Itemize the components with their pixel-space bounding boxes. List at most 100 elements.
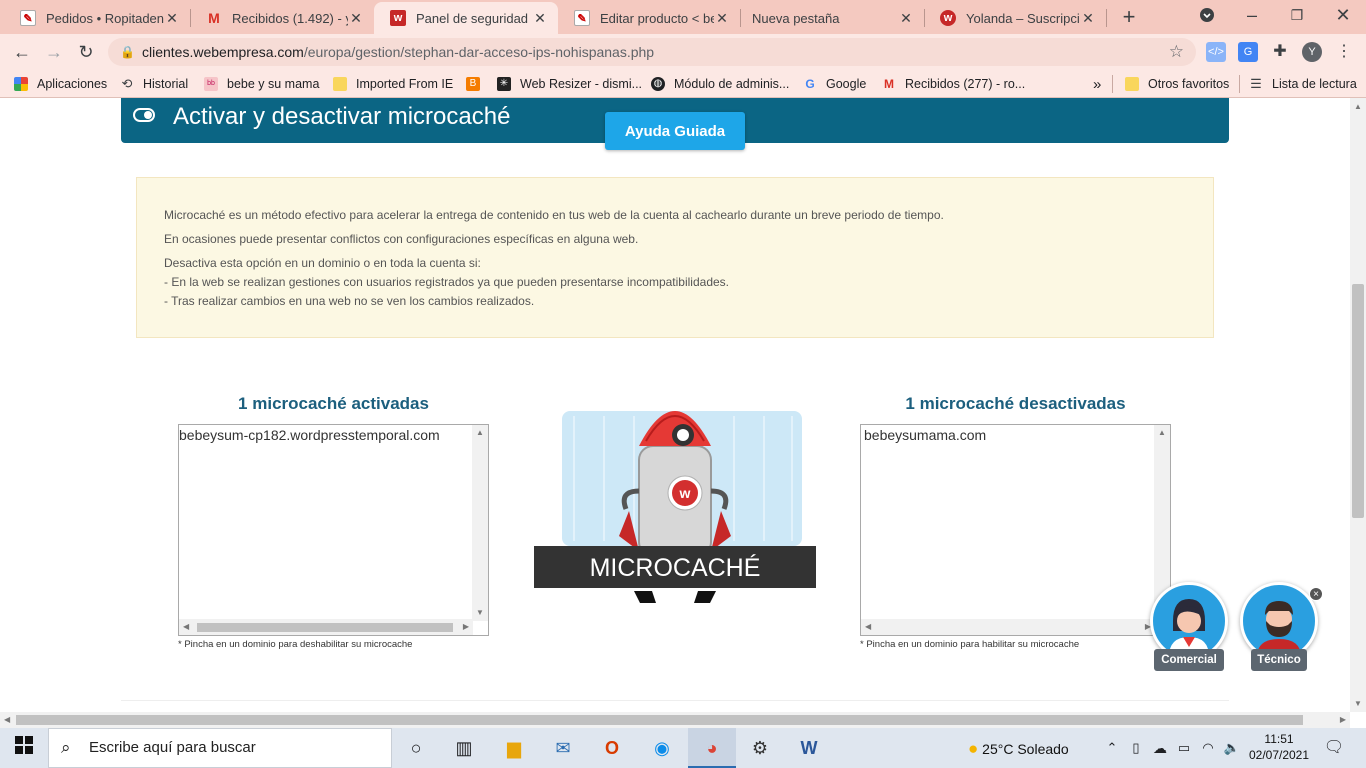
bearded-man-avatar-icon: [1257, 601, 1301, 657]
mail-icon[interactable]: ✉: [551, 736, 575, 760]
windows-start-icon[interactable]: [12, 736, 36, 760]
wifi-icon[interactable]: ◠: [1196, 736, 1220, 760]
task-view-icon[interactable]: ▥: [452, 736, 476, 760]
scroll-right-arrow-icon[interactable]: ▶: [1340, 715, 1346, 724]
close-tab-icon[interactable]: ✕: [532, 10, 548, 26]
page-vertical-scrollbar[interactable]: ▲ ▼: [1350, 98, 1366, 712]
guided-help-button[interactable]: Ayuda Guiada: [605, 112, 745, 150]
technical-label[interactable]: Técnico: [1251, 649, 1307, 671]
list-item[interactable]: bebeysum-cp182.wordpresstemporal.com: [179, 427, 440, 443]
back-icon[interactable]: ←: [10, 40, 34, 64]
code-extension-icon[interactable]: </>: [1206, 42, 1226, 62]
taskbar-clock[interactable]: 11:51 02/07/2021: [1245, 731, 1313, 763]
tab-suscripciones[interactable]: w Yolanda – Suscripciones ✕: [924, 2, 1106, 34]
close-support-icon[interactable]: ×: [1309, 587, 1323, 601]
edge-icon[interactable]: ◉: [650, 736, 674, 760]
tab-nueva-pestana[interactable]: Nueva pestaña ✕: [740, 2, 924, 34]
enabled-domains-list[interactable]: bebeysum-cp182.wordpresstemporal.com ▲ ▼…: [178, 424, 489, 636]
tab-panel-seguridad[interactable]: w Panel de seguridad hosting ✕: [374, 2, 558, 34]
disabled-domains-list[interactable]: bebeysumama.com ▲ ◀ ▶: [860, 424, 1171, 636]
bookmark-imported-from-ie[interactable]: Imported From IE: [333, 75, 453, 93]
address-bar[interactable]: 🔒 clientes.webempresa.com/europa/gestion…: [108, 38, 1196, 66]
close-tab-icon[interactable]: ✕: [348, 10, 364, 26]
minimize-icon[interactable]: –: [1240, 3, 1264, 27]
scroll-up-arrow-icon[interactable]: ▲: [1354, 102, 1362, 111]
volume-icon[interactable]: 🔈: [1220, 736, 1244, 760]
toggle-on-icon: [133, 108, 155, 122]
translate-extension-icon[interactable]: G: [1238, 42, 1258, 62]
reading-list-button[interactable]: ☰ Lista de lectura: [1249, 75, 1357, 93]
info-text: Microcaché es un método efectivo para ac…: [164, 208, 944, 222]
scroll-up-arrow-icon[interactable]: ▲: [476, 428, 484, 437]
bebe-icon: bb: [204, 77, 218, 91]
horizontal-scrollbar[interactable]: ◀ ▶: [179, 619, 473, 635]
commercial-label[interactable]: Comercial: [1154, 649, 1224, 671]
tray-chevron-up-icon[interactable]: ⌃: [1100, 736, 1124, 760]
enabled-note: * Pincha en un dominio para deshabilitar…: [178, 639, 413, 650]
bookmark-bebe-y-su-mama[interactable]: bb bebe y su mama: [204, 75, 319, 93]
page-horizontal-scrollbar[interactable]: ◀ ▶: [0, 712, 1350, 728]
device-icon[interactable]: ▯: [1124, 736, 1148, 760]
info-text: - Tras realizar cambios en una web no se…: [164, 294, 535, 308]
microcache-mascot-image: w MICROCACHÉ: [534, 411, 816, 603]
close-tab-icon[interactable]: ✕: [164, 10, 180, 26]
scrollbar-thumb[interactable]: [16, 715, 1303, 725]
battery-icon[interactable]: ▭: [1172, 736, 1196, 760]
bookmark-web-resizer[interactable]: ✳ Web Resizer - dismi...: [497, 75, 642, 93]
disabled-heading: 1 microcaché desactivadas: [905, 394, 1126, 413]
scroll-down-arrow-icon[interactable]: ▼: [476, 608, 484, 617]
section-title: Activar y desactivar microcaché: [173, 103, 511, 130]
tab-pedidos[interactable]: ✎ Pedidos • Ropitadenena ✕: [4, 2, 190, 34]
close-tab-icon[interactable]: ✕: [714, 10, 730, 26]
cortana-icon[interactable]: ○: [404, 736, 428, 760]
scroll-up-arrow-icon[interactable]: ▲: [1158, 428, 1166, 437]
onedrive-cloud-icon[interactable]: ☁: [1148, 736, 1172, 760]
scrollbar-thumb[interactable]: [1352, 284, 1364, 518]
mascot-caption: MICROCACHÉ: [590, 553, 761, 582]
chrome-taskbar-active[interactable]: ◕: [688, 728, 736, 768]
weather-widget[interactable]: ● 25°C Soleado: [968, 739, 1069, 759]
scroll-right-arrow-icon[interactable]: ▶: [463, 622, 469, 631]
scrollbar-thumb[interactable]: [197, 623, 453, 632]
notifications-icon[interactable]: 🗨: [1322, 736, 1346, 760]
reading-list-icon: ☰: [1250, 76, 1262, 91]
menu-kebab-icon[interactable]: ⋮: [1334, 42, 1354, 62]
bookmark-modulo-administracion[interactable]: ◍ Módulo de adminis...: [651, 75, 789, 93]
tab-editar-producto[interactable]: ✎ Editar producto < bebe ✕: [558, 2, 740, 34]
folder-icon: [1125, 77, 1139, 91]
vertical-scrollbar[interactable]: ▲ ▼: [472, 425, 488, 621]
bookmarks-overflow-chevron[interactable]: »: [1093, 75, 1101, 93]
url-domain: clientes.webempresa.com: [142, 44, 304, 60]
bookmark-star-icon[interactable]: ☆: [1169, 38, 1184, 66]
mascot-badge: w: [679, 485, 691, 501]
file-explorer-icon[interactable]: ▆: [502, 736, 526, 760]
horizontal-scrollbar[interactable]: ◀ ▶: [861, 619, 1155, 635]
bookmark-historial[interactable]: ⟲ Historial: [120, 75, 189, 93]
list-item[interactable]: bebeysumama.com: [861, 427, 986, 443]
close-window-icon[interactable]: ✕: [1331, 3, 1355, 27]
bookmark-otros-favoritos[interactable]: Otros favoritos: [1125, 75, 1229, 93]
word-icon[interactable]: W: [797, 736, 821, 760]
scroll-left-arrow-icon[interactable]: ◀: [183, 622, 189, 631]
bookmark-aplicaciones[interactable]: Aplicaciones: [14, 75, 107, 93]
scroll-left-arrow-icon[interactable]: ◀: [865, 622, 871, 631]
reload-icon[interactable]: ↻: [74, 40, 98, 64]
forward-icon[interactable]: →: [42, 40, 66, 64]
restore-icon[interactable]: ❐: [1285, 3, 1309, 27]
scroll-down-arrow-icon[interactable]: ▼: [1354, 699, 1362, 708]
new-tab-icon[interactable]: +: [1117, 5, 1141, 29]
close-tab-icon[interactable]: ✕: [898, 10, 914, 26]
extensions-puzzle-icon[interactable]: ✚: [1270, 42, 1290, 62]
office-icon[interactable]: O: [600, 736, 624, 760]
tab-search-icon[interactable]: [1195, 5, 1219, 29]
scroll-left-arrow-icon[interactable]: ◀: [4, 715, 10, 724]
taskbar-search-input[interactable]: ⌕ Escribe aquí para buscar: [48, 728, 392, 768]
gmail-icon: M: [208, 10, 220, 26]
bookmark-blogger[interactable]: B: [466, 75, 489, 93]
settings-gear-icon[interactable]: ⚙: [748, 736, 772, 760]
tab-gmail[interactable]: M Recibidos (1.492) - yol ✕: [190, 2, 374, 34]
bookmark-recibidos[interactable]: M Recibidos (277) - ro...: [882, 75, 1025, 93]
bookmark-google[interactable]: G Google: [803, 75, 866, 93]
close-tab-icon[interactable]: ✕: [1080, 10, 1096, 26]
profile-avatar[interactable]: Y: [1302, 42, 1322, 62]
